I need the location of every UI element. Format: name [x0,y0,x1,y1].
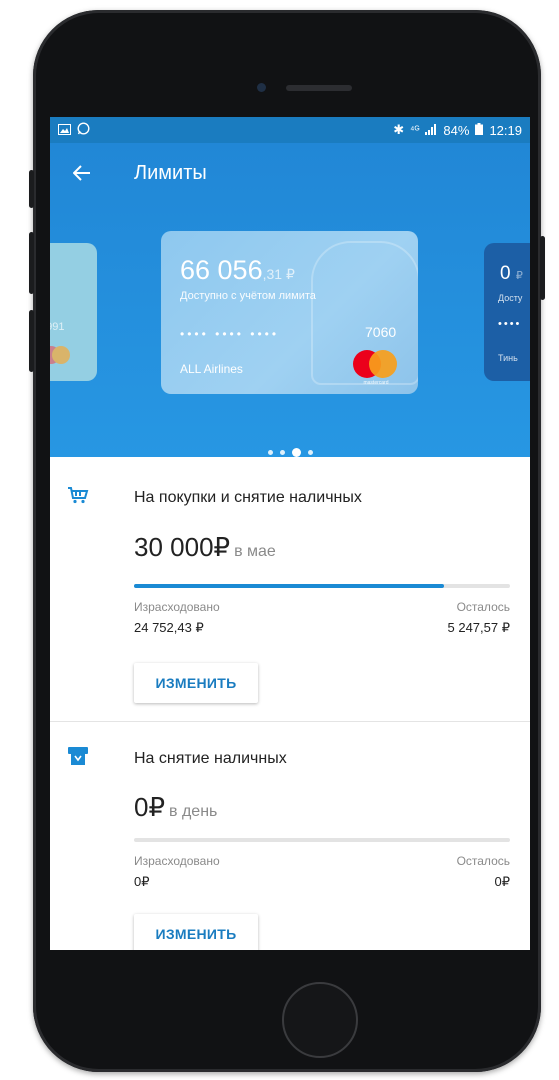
volume-down-button [29,310,34,372]
card-masked-number: •••• •••• •••• [180,327,280,341]
app-screen: ✱ ⁴ᴳ 84% 12:19 Лимиты 1991 66 056,31 ₽ [50,117,530,950]
page-title: Лимиты [134,161,207,184]
card-number-fragment: 1991 [50,321,65,333]
limit-progress-fill [134,584,445,588]
app-bar: Лимиты [50,143,530,203]
card-balance: 66 056,31 ₽ [180,255,295,285]
pager-dot[interactable] [267,450,273,455]
card-previous[interactable]: 1991 [50,243,97,381]
limit-cash-section: На снятие наличных 0₽ в день Израсходован… [50,722,530,950]
limit-title: На покупки и снятие наличных [134,489,362,506]
home-button[interactable] [282,982,358,1058]
limit-title: На снятие наличных [134,750,287,767]
card-next[interactable]: 0 ₽ Досту •••• Тинь [484,243,530,381]
card-last-digits: 7060 [365,324,397,340]
battery-percent: 84% [443,122,470,138]
card-available-label: Доступно с учётом лимита [180,290,316,302]
whatsapp-icon [77,122,90,138]
image-icon [58,123,71,138]
clock: 12:19 [489,122,522,138]
signal-strength-icon [425,123,437,138]
network-type-icon: ⁴ᴳ [410,124,420,136]
remaining-value: 5 247,57 ₽ [447,620,511,635]
change-limit-button[interactable]: ИЗМЕНИТЬ [134,663,258,703]
mastercard-logo-icon: mastercard [353,350,399,386]
front-camera [257,83,266,92]
spent-value: 24 752,43 ₽ [134,620,204,635]
volume-up-button [29,232,34,294]
limit-amount: 30 000₽ в мае [134,532,276,562]
remaining-label: Осталось [456,854,510,868]
remaining-label: Осталось [456,600,510,614]
card-pager [50,448,530,457]
header-area: Лимиты 1991 66 056,31 ₽ Доступно с учёто… [50,143,530,457]
spent-value: 0₽ [134,874,150,889]
limit-purchases-section: На покупки и снятие наличных 30 000₽ в ма… [50,457,530,722]
back-button[interactable] [52,143,112,203]
card-masked-number: •••• [498,318,522,330]
limit-amount: 0₽ в день [134,792,218,822]
power-button [540,236,545,300]
battery-icon [475,122,484,138]
arrow-left-icon [73,165,90,181]
spent-label: Израсходовано [134,600,220,614]
remaining-value: 0₽ [494,874,510,889]
mute-switch [29,170,34,208]
limit-progress-bar [134,584,510,588]
card-name: ALL Airlines [180,362,243,376]
nfc-vibrate-icon: ✱ [393,122,405,137]
card-balance: 0 ₽ [500,263,523,284]
card-available-label: Досту [498,293,523,303]
atm-cash-icon [66,746,90,766]
pager-dot-active[interactable] [291,448,301,457]
limit-progress-bar [134,838,510,842]
status-bar: ✱ ⁴ᴳ 84% 12:19 [50,117,530,143]
spent-label: Израсходовано [134,854,220,868]
earpiece-speaker [286,85,352,91]
card-name: Тинь [498,353,518,363]
card-selected[interactable]: 66 056,31 ₽ Доступно с учётом лимита •••… [161,231,418,394]
change-limit-button[interactable]: ИЗМЕНИТЬ [134,914,258,950]
pager-dot[interactable] [279,450,285,455]
shopping-cart-icon [66,485,90,505]
pager-dot[interactable] [307,450,313,455]
mastercard-logo-icon [50,346,72,366]
